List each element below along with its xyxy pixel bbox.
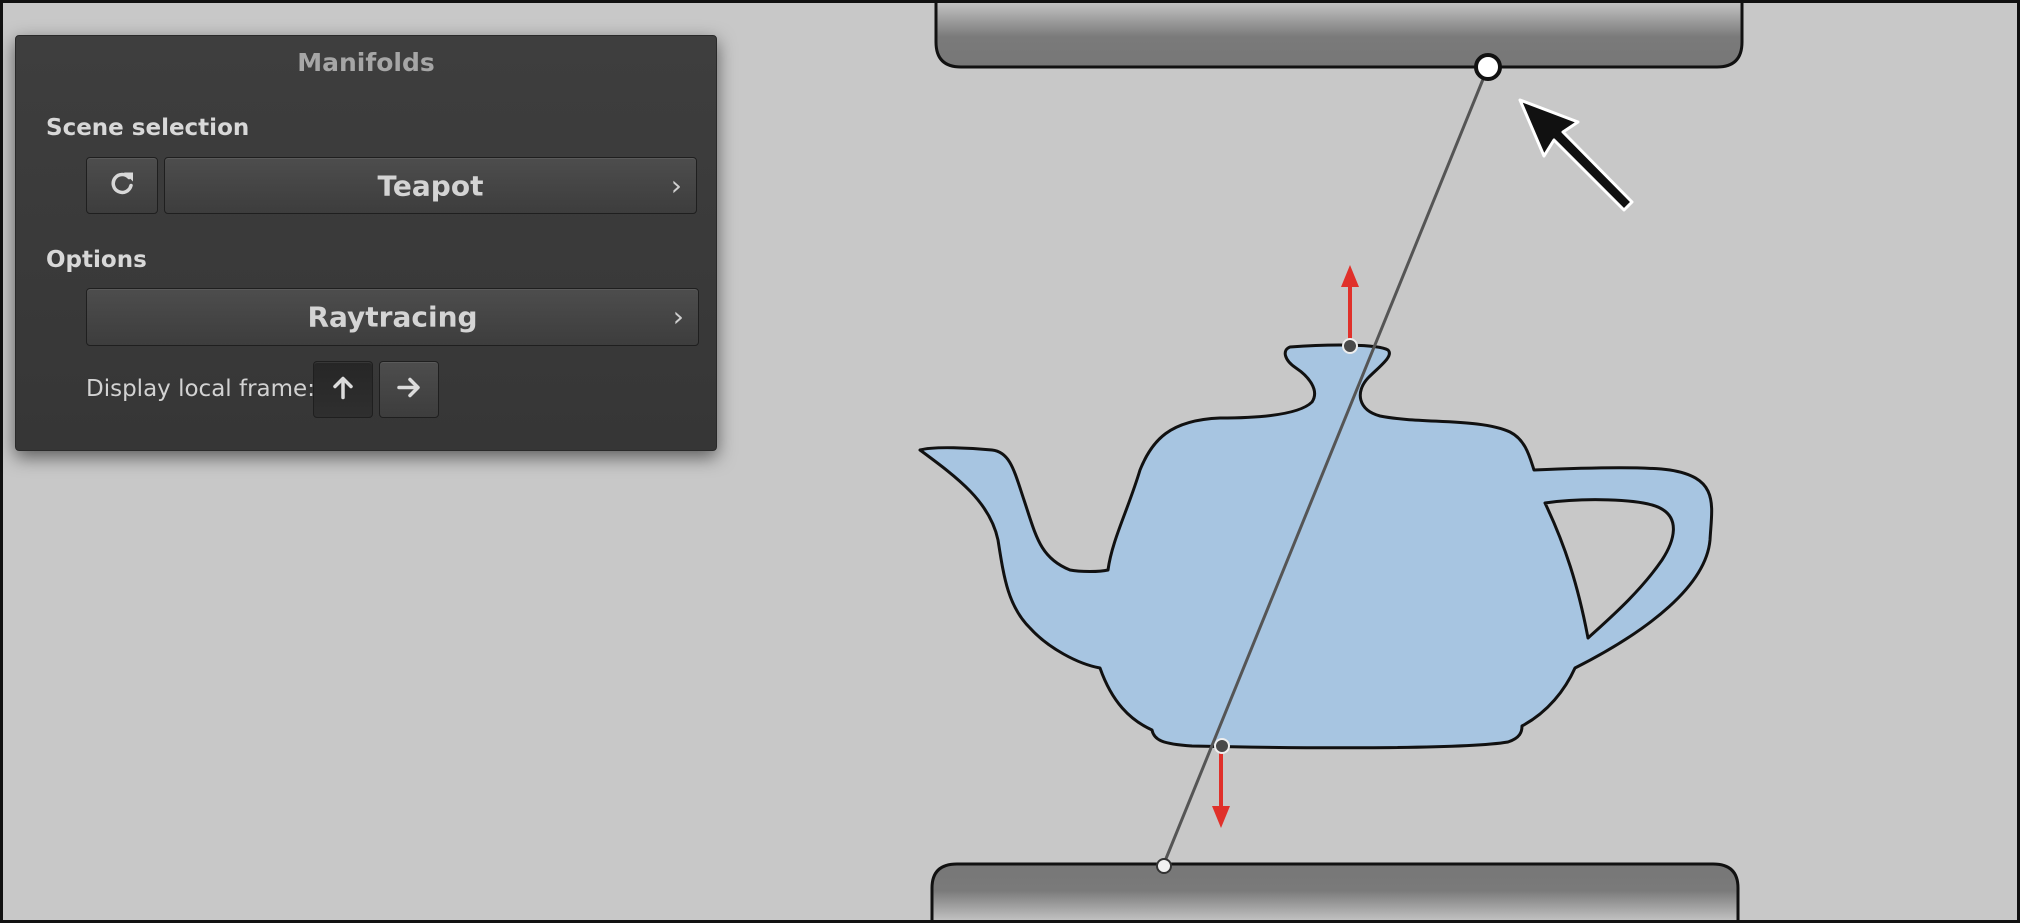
display-local-frame-label: Display local frame: [86, 376, 315, 402]
scene-dropdown-value: Teapot [377, 169, 484, 202]
scene-dropdown[interactable]: Teapot › [164, 157, 697, 214]
scene-selection-label: Scene selection [46, 115, 250, 141]
arrow-up-icon [330, 374, 356, 405]
panel-title: Manifolds [297, 48, 435, 77]
render-mode-dropdown[interactable]: Raytracing › [86, 288, 699, 346]
render-mode-value: Raytracing [307, 300, 478, 334]
options-label: Options [46, 247, 147, 273]
manifolds-panel: Manifolds Scene selection Teapot › Optio… [15, 35, 717, 451]
frame-normal-toggle[interactable] [313, 361, 373, 418]
reset-scene-button[interactable] [86, 157, 158, 214]
frame-tangent-toggle[interactable] [379, 361, 439, 418]
chevron-right-icon: › [672, 299, 684, 333]
arrow-right-icon [396, 374, 422, 405]
chevron-right-icon: › [670, 168, 682, 202]
refresh-icon [107, 168, 137, 203]
